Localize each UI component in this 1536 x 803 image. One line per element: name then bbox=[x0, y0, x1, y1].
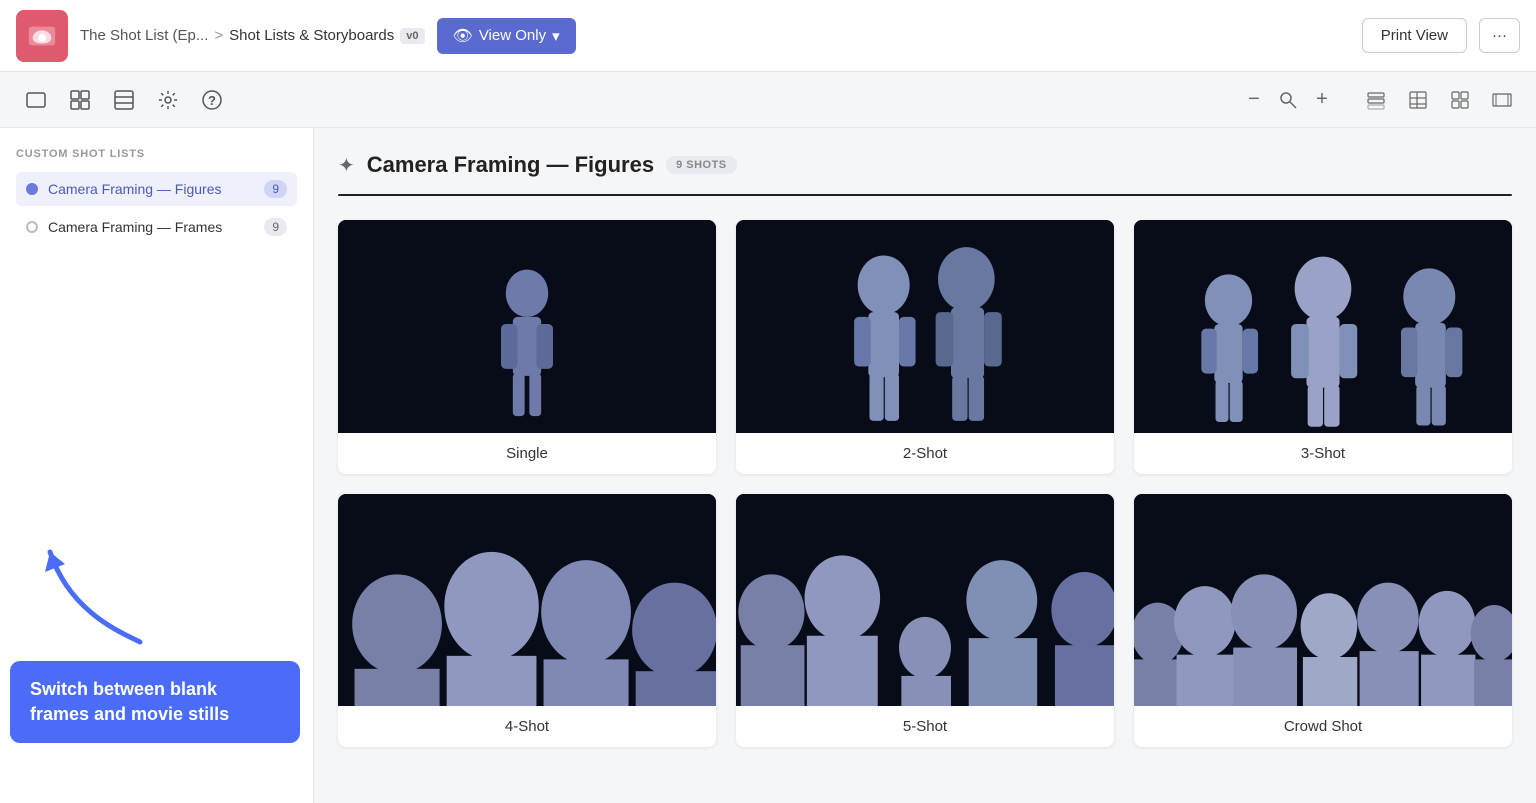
sidebar-item-count-figures: 9 bbox=[264, 180, 287, 198]
zoom-out-button[interactable]: − bbox=[1238, 84, 1270, 116]
grid-view-button[interactable] bbox=[60, 80, 100, 120]
frame-view-button[interactable] bbox=[16, 80, 56, 120]
sidebar-item-frames[interactable]: Camera Framing — Frames 9 bbox=[16, 210, 297, 244]
grid-view-icon bbox=[1450, 90, 1470, 110]
help-button[interactable]: ? bbox=[192, 80, 232, 120]
content-area: ✦ Camera Framing — Figures 9 SHOTS bbox=[314, 128, 1536, 803]
main-layout: CUSTOM SHOT LISTS Camera Framing — Figur… bbox=[0, 128, 1536, 803]
grid-view-toggle-button[interactable] bbox=[1442, 82, 1478, 118]
tooltip-text: Switch between blank frames and movie st… bbox=[30, 679, 229, 724]
shot-label-4shot: 4-Shot bbox=[338, 706, 716, 747]
single-figure-svg bbox=[338, 220, 716, 433]
table-view-button[interactable] bbox=[1400, 82, 1436, 118]
list-view-button[interactable] bbox=[1358, 82, 1394, 118]
frame-icon bbox=[25, 89, 47, 111]
print-view-button[interactable]: Print View bbox=[1362, 18, 1467, 53]
shot-label-single: Single bbox=[338, 433, 716, 474]
grid-icon bbox=[69, 89, 91, 111]
view-only-button[interactable]: 👁 View Only ▾ bbox=[437, 18, 576, 54]
breadcrumb-separator: > bbox=[214, 27, 223, 44]
settings-icon bbox=[157, 89, 179, 111]
view-only-label: View Only bbox=[479, 27, 546, 44]
section-title: Shot Lists & Storyboards bbox=[229, 27, 394, 44]
zoom-icon bbox=[1278, 90, 1298, 110]
tooltip-box: Switch between blank frames and movie st… bbox=[10, 661, 300, 743]
shots-badge: 9 SHOTS bbox=[666, 156, 737, 174]
shot-image-2shot bbox=[736, 220, 1114, 433]
shot-label-crowd: Crowd Shot bbox=[1134, 706, 1512, 747]
three-figure-svg bbox=[1134, 220, 1512, 433]
eye-icon: 👁 bbox=[453, 26, 473, 46]
more-options-button[interactable]: ··· bbox=[1479, 18, 1520, 53]
shot-card-3shot[interactable]: 3-Shot bbox=[1134, 220, 1512, 474]
shot-label-2shot: 2-Shot bbox=[736, 433, 1114, 474]
sidebar-item-dot-frames bbox=[26, 221, 38, 233]
camera-framing-icon: ✦ bbox=[338, 153, 355, 178]
four-figure-svg bbox=[338, 494, 716, 707]
help-icon: ? bbox=[201, 89, 223, 111]
list-view-icon bbox=[1366, 90, 1386, 110]
top-bar: The Shot List (Ep... > Shot Lists & Stor… bbox=[0, 0, 1536, 72]
content-title: Camera Framing — Figures bbox=[367, 152, 654, 178]
sidebar-item-label-figures: Camera Framing — Figures bbox=[48, 181, 264, 197]
tooltip-area: Switch between blank frames and movie st… bbox=[10, 542, 300, 743]
shot-image-3shot bbox=[1134, 220, 1512, 433]
project-title: The Shot List (Ep... bbox=[80, 27, 208, 44]
app-icon bbox=[16, 10, 68, 62]
content-header: ✦ Camera Framing — Figures 9 SHOTS bbox=[338, 152, 1512, 178]
sidebar-section-title: CUSTOM SHOT LISTS bbox=[16, 148, 297, 160]
table-view-icon bbox=[1408, 90, 1428, 110]
sidebar-item-label-frames: Camera Framing — Frames bbox=[48, 219, 264, 235]
arrow-icon bbox=[40, 542, 160, 652]
svg-text:?: ? bbox=[208, 93, 216, 108]
film-view-icon bbox=[1492, 90, 1512, 110]
sidebar-item-count-frames: 9 bbox=[264, 218, 287, 236]
shot-grid: Single bbox=[338, 220, 1512, 747]
sidebar-item-dot-figures bbox=[26, 183, 38, 195]
two-figure-svg bbox=[736, 220, 1114, 433]
shot-card-crowd[interactable]: Crowd Shot bbox=[1134, 494, 1512, 748]
five-figure-svg bbox=[736, 494, 1114, 707]
breadcrumb: The Shot List (Ep... > Shot Lists & Stor… bbox=[80, 27, 425, 44]
shot-card-2shot[interactable]: 2-Shot bbox=[736, 220, 1114, 474]
toolbar: ? − + bbox=[0, 72, 1536, 128]
film-view-button[interactable] bbox=[1484, 82, 1520, 118]
shot-image-single bbox=[338, 220, 716, 433]
panel-view-button[interactable] bbox=[104, 80, 144, 120]
shot-image-5shot bbox=[736, 494, 1114, 707]
shot-card-4shot[interactable]: 4-Shot bbox=[338, 494, 716, 748]
chevron-down-icon: ▾ bbox=[552, 27, 560, 45]
panel-icon bbox=[113, 89, 135, 111]
content-divider bbox=[338, 194, 1512, 196]
shot-card-5shot[interactable]: 5-Shot bbox=[736, 494, 1114, 748]
shot-image-crowd bbox=[1134, 494, 1512, 707]
shot-card-single[interactable]: Single bbox=[338, 220, 716, 474]
zoom-controls: − + bbox=[1238, 84, 1338, 116]
zoom-in-button[interactable]: + bbox=[1306, 84, 1338, 116]
shot-label-3shot: 3-Shot bbox=[1134, 433, 1512, 474]
view-toggle-group bbox=[1358, 82, 1520, 118]
app-logo-icon bbox=[27, 21, 57, 51]
shot-image-4shot bbox=[338, 494, 716, 707]
sidebar-item-figures[interactable]: Camera Framing — Figures 9 bbox=[16, 172, 297, 206]
crowd-figure-svg bbox=[1134, 494, 1512, 707]
version-badge: v0 bbox=[400, 28, 424, 44]
settings-button[interactable] bbox=[148, 80, 188, 120]
shot-label-5shot: 5-Shot bbox=[736, 706, 1114, 747]
sidebar: CUSTOM SHOT LISTS Camera Framing — Figur… bbox=[0, 128, 314, 803]
